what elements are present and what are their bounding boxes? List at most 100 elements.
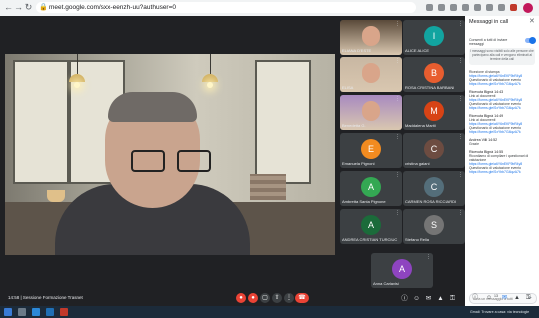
participant-name: ELIANA D'ESTE	[342, 48, 372, 53]
participant-tile[interactable]: ⋮ Benedetta G.	[340, 95, 402, 130]
participant-tile[interactable]: C ⋮ cristina gaiani	[403, 133, 465, 168]
participant-tile[interactable]: C ⋮ CARMEN ROSA RICCIARDI	[403, 171, 465, 206]
close-icon[interactable]: ✕	[529, 18, 535, 26]
chat-message: Andrea Villi 14:52 Grazie	[469, 138, 535, 146]
participant-avatar: A	[392, 259, 412, 279]
more-vert-icon[interactable]: ⋮	[395, 211, 400, 216]
activities-button[interactable]: ▲	[436, 294, 445, 303]
search-icon[interactable]	[18, 308, 26, 316]
forward-icon[interactable]: →	[14, 2, 23, 13]
book-stack	[250, 174, 286, 200]
participant-tile[interactable]: S ⋮ Stefano Rella	[403, 209, 465, 244]
participant-tile[interactable]: ⋮ ELIANA D'ESTE	[340, 20, 402, 55]
taskbar-notification-text: Gmail: Trovare a casa: via tecnologie	[470, 310, 530, 314]
lamp-cord	[210, 54, 211, 74]
file-explorer-icon[interactable]	[46, 308, 54, 316]
participant-name: CARMEN ROSA RICCIARDI	[405, 199, 457, 204]
glasses-lens	[177, 150, 211, 172]
participant-name: Anna Carlavisi	[373, 281, 399, 286]
mic-off-button[interactable]: ●	[236, 293, 246, 303]
more-vert-icon[interactable]: ⋮	[458, 97, 463, 102]
edge-icon[interactable]	[32, 308, 40, 316]
profile-avatar[interactable]	[523, 3, 533, 13]
participant-tile[interactable]: ⋮ ELISA	[340, 57, 402, 92]
end-call-icon: ☎	[298, 295, 306, 301]
allow-messages-toggle[interactable]	[525, 37, 536, 44]
more-vert-icon[interactable]: ⋮	[395, 135, 400, 140]
participant-avatar: B	[424, 63, 444, 83]
more-vert-icon[interactable]: ⋮	[458, 173, 463, 178]
lock-icon[interactable]: ⚿	[526, 294, 531, 303]
participant-tile[interactable]: A ⋮ Ambretta Santa Pignone	[340, 171, 402, 206]
captions-icon: ▢	[262, 295, 268, 301]
participant-name: Maddalena Mariti	[405, 123, 436, 128]
leave-call-button[interactable]: ☎	[295, 293, 309, 303]
extension-icon[interactable]	[510, 4, 517, 11]
participant-avatar: A	[361, 177, 381, 197]
extension-icon[interactable]	[462, 4, 469, 11]
captions-button[interactable]: ▢	[260, 293, 270, 303]
present-button[interactable]: ⇧	[272, 293, 282, 303]
people-button[interactable]: ☺	[412, 294, 421, 303]
extension-icon[interactable]	[426, 4, 433, 11]
more-vert-icon[interactable]: ⋮	[426, 255, 431, 260]
coffee-mug	[47, 190, 65, 202]
participant-tile[interactable]: E ⋮ Emanuela Pignoni	[340, 133, 402, 168]
participant-tile[interactable]: A ⋮ Anna Carlavisi	[371, 253, 433, 288]
more-vert-icon[interactable]: ⋮	[458, 211, 463, 216]
more-vert-icon[interactable]: ⋮	[395, 97, 400, 102]
window-pane	[13, 60, 69, 184]
participant-name: ELISA	[342, 85, 354, 90]
more-vert-icon[interactable]: ⋮	[458, 22, 463, 27]
chat-button[interactable]: ✉	[424, 294, 433, 303]
activities-icon: ▲	[437, 295, 444, 302]
chat-message-list[interactable]: Ricezione di stampa https://forms.gle/a6Y…	[469, 70, 535, 290]
participant-tile[interactable]: A ⋮ ANDREA CRISTIAN TURCIUC	[340, 209, 402, 244]
windows-start-icon[interactable]	[4, 308, 12, 316]
more-options-button[interactable]: ⋮	[284, 293, 294, 303]
more-vert-icon[interactable]: ⋮	[395, 22, 400, 27]
lamp-bulb	[74, 82, 80, 88]
chrome-icon[interactable]	[60, 308, 68, 316]
more-vert-icon[interactable]: ⋮	[395, 59, 400, 64]
more-vert-icon[interactable]: ⋮	[395, 173, 400, 178]
participant-tile[interactable]: M ⋮ Maddalena Mariti	[403, 95, 465, 130]
chat-icon[interactable]: ✉	[502, 294, 507, 303]
main-speaker-video[interactable]	[5, 54, 335, 255]
participant-face	[362, 26, 380, 46]
window-pane	[255, 60, 311, 184]
info-icon[interactable]: ⓘ	[472, 294, 478, 303]
chat-icon: ✉	[425, 295, 432, 302]
camera-off-button[interactable]: ●	[248, 293, 258, 303]
back-icon[interactable]: ←	[4, 2, 13, 13]
meeting-time-and-title: 14:58 | Sessione Formazione Trasnet	[8, 295, 83, 300]
participant-name: ANDREA CRISTIAN TURCIUC	[342, 237, 398, 242]
participant-name: Emanuela Pignoni	[342, 161, 375, 166]
meeting-info-button[interactable]: ⓘ	[400, 294, 409, 303]
address-bar[interactable]: 🔒 meet.google.com/sxx-eenzh-uu?authuser=…	[36, 2, 416, 13]
browser-toolbar: ← → ↻ 🔒 meet.google.com/sxx-eenzh-uu?aut…	[0, 0, 539, 17]
participant-tile[interactable]: I ⋮ ALICE ALICE	[403, 20, 465, 55]
chat-privacy-notice: I messaggi sono visibili solo alle perso…	[469, 48, 535, 65]
reload-icon[interactable]: ↻	[24, 2, 33, 13]
participant-name: cristina gaiani	[405, 161, 430, 166]
lock-icon[interactable]: 🔒	[39, 3, 48, 12]
extension-icon[interactable]	[474, 4, 481, 11]
chat-message-link[interactable]: https://forms.gle/SxYbb7G4iqzA7k	[469, 170, 535, 174]
participant-tile[interactable]: B ⋮ ROSA CRISTINA BARBANI	[403, 57, 465, 92]
activities-icon[interactable]: ▲	[514, 294, 520, 303]
extension-icon[interactable]	[450, 4, 457, 11]
extension-icon[interactable]	[438, 4, 445, 11]
chat-message-link[interactable]: https://forms.gle/SxYbb7G4iqzA7k	[469, 106, 535, 110]
more-vert-icon[interactable]: ⋮	[458, 59, 463, 64]
extension-icon[interactable]	[486, 4, 493, 11]
people-icon[interactable]: ☺	[486, 294, 492, 303]
extensions-puzzle-icon[interactable]	[498, 4, 505, 11]
host-controls-button[interactable]: ⚿	[448, 294, 457, 303]
people-count: 13	[494, 294, 498, 298]
chat-message: Ricevuta Bignà 14:55 Ricordiamo di compil…	[469, 150, 535, 174]
chat-message-link[interactable]: https://forms.gle/SxYbb7G4iqzA7k	[469, 130, 535, 134]
glasses-lens	[131, 150, 165, 172]
more-vert-icon[interactable]: ⋮	[458, 135, 463, 140]
chat-message-link[interactable]: https://forms.gle/SxYbb7G4iqzA7k	[469, 82, 535, 86]
